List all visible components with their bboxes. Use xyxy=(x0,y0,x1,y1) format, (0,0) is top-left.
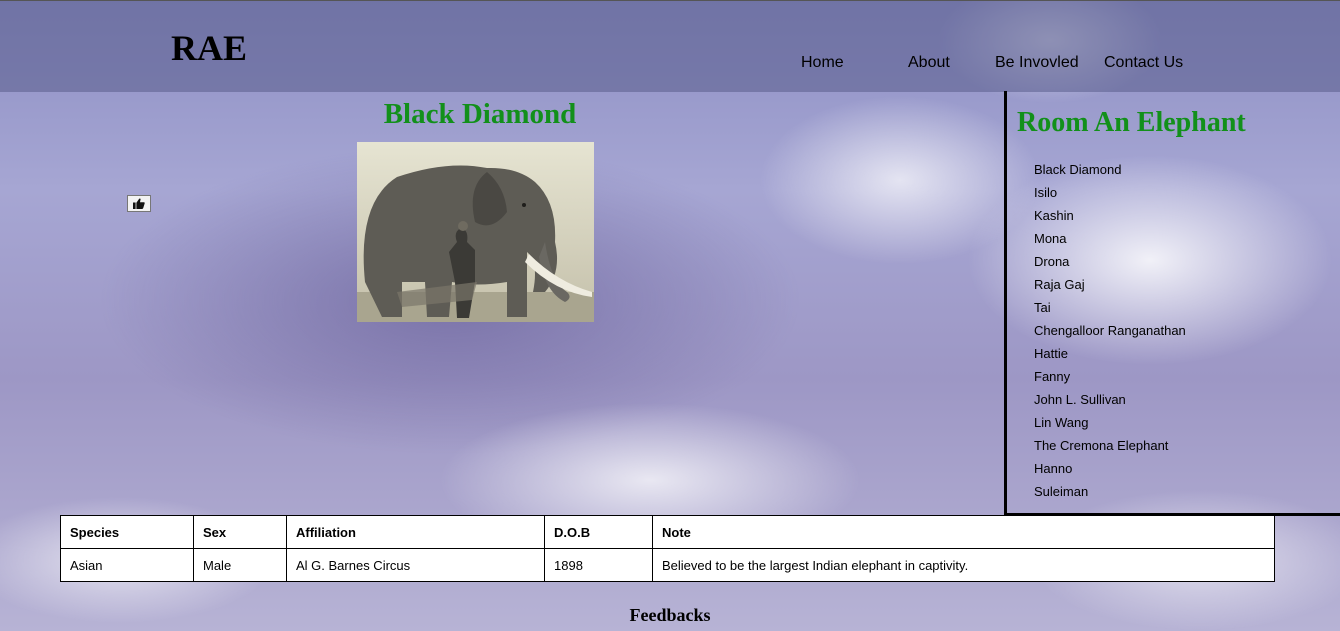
like-button[interactable] xyxy=(127,195,151,212)
table-header-row: Species Sex Affiliation D.O.B Note xyxy=(60,515,1275,549)
elephant-info-table: Species Sex Affiliation D.O.B Note Asian… xyxy=(60,515,1275,582)
elephant-link[interactable]: Raja Gaj xyxy=(1034,277,1186,300)
column-header-species: Species xyxy=(60,515,194,549)
column-header-note: Note xyxy=(652,515,1275,549)
elephant-link[interactable]: Chengalloor Ranganathan xyxy=(1034,323,1186,346)
nav-be-involved[interactable]: Be Invovled xyxy=(995,54,1079,72)
elephant-link[interactable]: Isilo xyxy=(1034,185,1186,208)
column-header-dob: D.O.B xyxy=(544,515,653,549)
elephant-link[interactable]: Hattie xyxy=(1034,346,1186,369)
table-row: Asian Male Al G. Barnes Circus 1898 Beli… xyxy=(60,548,1275,582)
elephant-sidebar: Room An Elephant Black Diamond Isilo Kas… xyxy=(1004,91,1340,516)
sidebar-heading: Room An Elephant xyxy=(1017,107,1246,138)
cell-sex: Male xyxy=(193,548,287,582)
cell-note: Believed to be the largest Indian elepha… xyxy=(652,548,1275,582)
elephant-link[interactable]: Mona xyxy=(1034,231,1186,254)
elephant-link[interactable]: John L. Sullivan xyxy=(1034,392,1186,415)
elephant-link[interactable]: Hanno xyxy=(1034,461,1186,484)
nav-about[interactable]: About xyxy=(908,54,950,72)
elephant-photo xyxy=(357,142,594,322)
cell-dob: 1898 xyxy=(544,548,653,582)
cell-species: Asian xyxy=(60,548,194,582)
elephant-link[interactable]: Kashin xyxy=(1034,208,1186,231)
site-header: RAE Home About Be Invovled Contact Us xyxy=(0,0,1340,92)
elephant-link[interactable]: Drona xyxy=(1034,254,1186,277)
column-header-sex: Sex xyxy=(193,515,287,549)
site-logo[interactable]: RAE xyxy=(171,27,247,69)
feedbacks-heading: Feedbacks xyxy=(629,605,711,625)
elephant-link[interactable]: Tai xyxy=(1034,300,1186,323)
elephant-link[interactable]: Black Diamond xyxy=(1034,162,1186,185)
cell-affiliation: Al G. Barnes Circus xyxy=(286,548,545,582)
column-header-affiliation: Affiliation xyxy=(286,515,545,549)
elephant-name-title: Black Diamond xyxy=(383,98,577,130)
elephant-link[interactable]: Lin Wang xyxy=(1034,415,1186,438)
nav-contact-us[interactable]: Contact Us xyxy=(1104,54,1183,72)
elephant-link[interactable]: The Cremona Elephant xyxy=(1034,438,1186,461)
nav-home[interactable]: Home xyxy=(801,54,844,72)
elephant-link[interactable]: Fanny xyxy=(1034,369,1186,392)
elephant-list: Black Diamond Isilo Kashin Mona Drona Ra… xyxy=(1034,162,1186,507)
elephant-link[interactable]: Suleiman xyxy=(1034,484,1186,507)
thumbs-up-icon xyxy=(133,198,145,209)
